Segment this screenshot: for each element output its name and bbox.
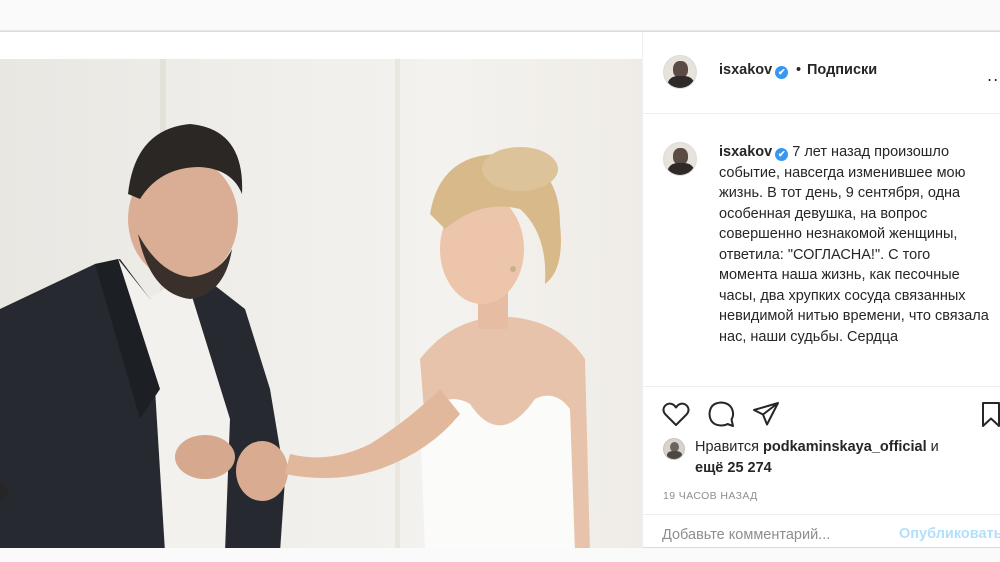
caption-section: isxakov ✔ 7 лет назад произошло событие, … (643, 114, 1000, 387)
action-bar (643, 387, 1000, 433)
heart-icon[interactable] (661, 399, 691, 429)
post-photo (0, 59, 642, 549)
post-timestamp[interactable]: 19 ЧАСОВ НАЗАД (663, 490, 758, 502)
verified-badge-icon: ✔ (775, 66, 789, 79)
liker-username[interactable]: podkaminskaya_official (763, 439, 927, 455)
comment-input[interactable] (662, 521, 882, 549)
comment-icon[interactable] (706, 399, 736, 429)
caption-author-username[interactable]: isxakov ✔ (719, 144, 789, 161)
share-icon[interactable] (751, 399, 781, 429)
bottom-bar (0, 548, 1000, 562)
wedding-ring-photo (0, 59, 590, 549)
publish-button[interactable]: Опубликовать (899, 526, 1000, 542)
likes-count[interactable]: ещё 25 274 (695, 460, 772, 476)
follow-separator: • (796, 62, 802, 78)
caption-text: 7 лет назад произошло событие, навсегда … (719, 144, 989, 345)
post-media[interactable] (0, 32, 643, 549)
author-avatar[interactable] (663, 55, 697, 89)
comment-form: Опубликовать (643, 514, 1000, 549)
verified-badge-icon: ✔ (775, 148, 789, 161)
top-bar (0, 0, 1000, 31)
post-card: isxakov✔ • Подписки ... isxakov✔ 7 лет н… (0, 31, 1000, 549)
liker-avatar[interactable] (663, 438, 685, 460)
post-caption: isxakov ✔ 7 лет назад произошло событие, … (719, 142, 991, 347)
more-options-icon[interactable]: ... (987, 66, 1000, 85)
following-button[interactable]: Подписки (807, 62, 877, 78)
likes-and: и (930, 439, 939, 455)
caption-author-avatar[interactable] (663, 142, 697, 176)
likes-prefix: Нравится (695, 439, 759, 455)
bookmark-icon[interactable] (979, 399, 1000, 429)
likes-text: Нравится podkaminskaya_official и ещё 25… (695, 437, 995, 479)
author-username[interactable]: isxakov ✔ (719, 62, 789, 79)
post-header: isxakov✔ • Подписки ... (643, 32, 1000, 114)
post-sidebar: isxakov✔ • Подписки ... isxakov✔ 7 лет н… (643, 32, 1000, 549)
